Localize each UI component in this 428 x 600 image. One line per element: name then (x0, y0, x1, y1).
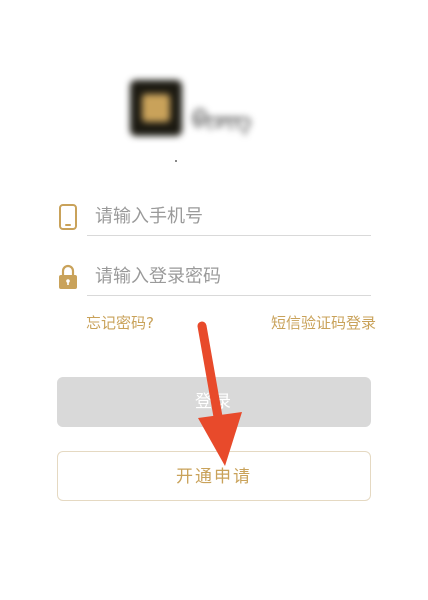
phone-input[interactable] (87, 198, 371, 236)
phone-icon (59, 204, 77, 230)
forgot-password-link[interactable]: 忘记密码? (86, 312, 154, 333)
logo-text: ᠪᠢᠴᠢᠭ (192, 106, 252, 134)
phone-field (57, 198, 371, 238)
apply-button[interactable]: 开通申请 (57, 451, 371, 501)
password-input[interactable] (87, 258, 371, 296)
app-logo: ᠪᠢᠴᠢᠭ (130, 80, 305, 136)
lock-icon (59, 264, 77, 289)
password-field (57, 258, 371, 298)
decorative-dot (175, 160, 177, 162)
login-button[interactable]: 登录 (57, 377, 371, 427)
sms-login-link[interactable]: 短信验证码登录 (271, 312, 376, 333)
logo-mark-icon (130, 80, 182, 136)
